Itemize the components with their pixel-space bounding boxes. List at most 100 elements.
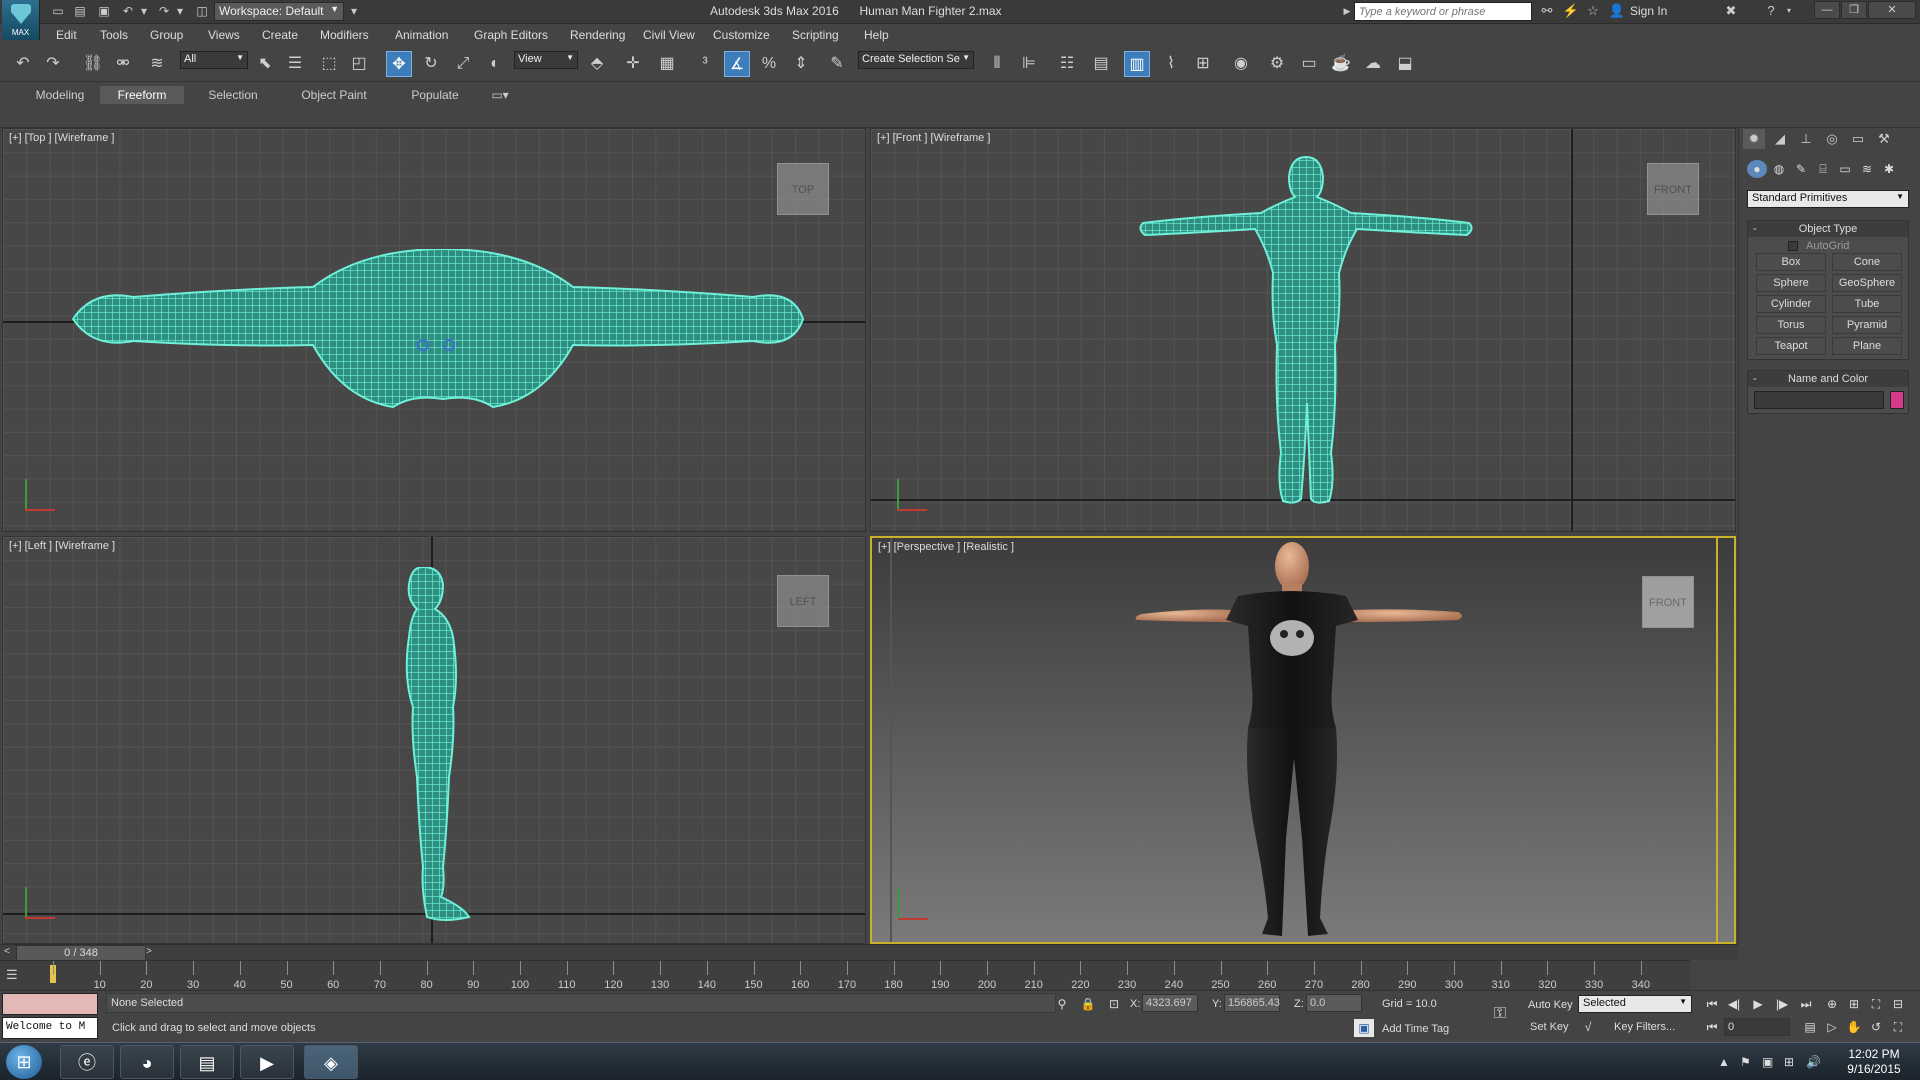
material-editor-icon[interactable]: ◉: [1228, 51, 1254, 77]
scene-explorer-icon[interactable]: ▥: [1124, 51, 1150, 77]
object-name-field[interactable]: [1754, 391, 1884, 409]
autogrid-checkbox[interactable]: AutoGrid: [1788, 240, 1849, 252]
redo-dropdown-icon[interactable]: ▾: [172, 4, 188, 18]
time-slider-prev[interactable]: <: [4, 946, 10, 957]
viewcube[interactable]: FRONT: [1642, 576, 1694, 628]
box-button[interactable]: Box: [1756, 253, 1826, 271]
zoom-icon[interactable]: ⊕: [1822, 995, 1842, 1013]
menu-modifiers[interactable]: Modifiers: [320, 28, 369, 42]
tab-object-paint[interactable]: Object Paint: [290, 86, 378, 104]
field-of-view-icon[interactable]: ▷: [1822, 1018, 1842, 1036]
tray-volume-icon[interactable]: 🔊: [1806, 1055, 1821, 1069]
3dsmax-taskbar-icon[interactable]: ◈: [304, 1045, 358, 1079]
spinner-snap-icon[interactable]: ⇕: [788, 51, 814, 77]
selection-filter-dropdown[interactable]: All ▼: [180, 51, 248, 69]
menu-views[interactable]: Views: [208, 28, 240, 42]
time-configuration-icon[interactable]: ▤: [1800, 1018, 1820, 1036]
help-icon[interactable]: ?: [1762, 3, 1780, 19]
tab-populate[interactable]: Populate: [400, 86, 470, 104]
undo-icon[interactable]: ↶: [120, 4, 136, 18]
percent-snap-icon[interactable]: %: [756, 51, 782, 77]
add-time-tag[interactable]: Add Time Tag: [1382, 1023, 1449, 1035]
curve-editor-icon[interactable]: ⌇: [1158, 51, 1184, 77]
time-slider[interactable]: < 0 / 348 >: [0, 944, 1738, 961]
manipulate-icon[interactable]: ✛: [620, 51, 646, 77]
menu-customize[interactable]: Customize: [713, 28, 770, 42]
menu-rendering[interactable]: Rendering: [570, 28, 625, 42]
pyramid-button[interactable]: Pyramid: [1832, 316, 1902, 334]
internet-explorer-icon[interactable]: ⓔ: [60, 1045, 114, 1079]
redo-icon[interactable]: ↷: [40, 51, 66, 77]
rendered-frame-window-icon[interactable]: ▭: [1296, 51, 1322, 77]
viewcube[interactable]: FRONT: [1647, 163, 1699, 215]
menu-graph-editors[interactable]: Graph Editors: [474, 28, 548, 42]
geometry-icon[interactable]: ●: [1747, 160, 1767, 178]
orbit-icon[interactable]: ↺: [1866, 1018, 1886, 1036]
viewport-top[interactable]: [+] [Top ] [Wireframe ] TOP: [2, 128, 866, 532]
key-filters-button[interactable]: Key Filters...: [1614, 1021, 1675, 1033]
menu-animation[interactable]: Animation: [395, 28, 448, 42]
app-menu-button[interactable]: MAX: [2, 0, 40, 40]
new-file-icon[interactable]: ▭: [50, 4, 66, 18]
primitive-type-dropdown[interactable]: Standard Primitives ▼: [1747, 190, 1909, 208]
menu-group[interactable]: Group: [150, 28, 183, 42]
space-warps-icon[interactable]: ≋: [1857, 160, 1877, 178]
create-tab-icon[interactable]: ✹: [1743, 129, 1765, 149]
schematic-view-icon[interactable]: ⊞: [1190, 51, 1216, 77]
shapes-icon[interactable]: ◍: [1769, 160, 1789, 178]
z-coordinate-field[interactable]: 0.0: [1306, 994, 1362, 1012]
quick-access-dropdown-icon[interactable]: ▾: [346, 4, 362, 18]
time-slider-next[interactable]: >: [146, 946, 152, 957]
render-iterative-icon[interactable]: ☁: [1360, 51, 1386, 77]
align-icon[interactable]: ⊫: [1016, 51, 1042, 77]
exchange-apps-icon[interactable]: ✖: [1722, 3, 1740, 19]
zoom-extents-icon[interactable]: ⛶: [1866, 995, 1886, 1013]
snaps-toggle-icon[interactable]: ³: [692, 51, 718, 77]
plane-button[interactable]: Plane: [1832, 337, 1902, 355]
menu-edit[interactable]: Edit: [56, 28, 77, 42]
select-and-scale-icon[interactable]: ⤢: [450, 51, 476, 77]
viewport-label[interactable]: [+] [Perspective ] [Realistic ]: [878, 541, 1014, 553]
mini-curve-editor-icon[interactable]: ☰: [6, 967, 32, 985]
taskbar-clock[interactable]: 12:02 PM 9/16/2015: [1832, 1047, 1916, 1077]
menu-help[interactable]: Help: [864, 28, 889, 42]
maximize-viewport-icon[interactable]: ⛶: [1888, 1018, 1908, 1036]
cameras-icon[interactable]: ⌸: [1813, 160, 1833, 178]
select-and-rotate-icon[interactable]: ↻: [418, 51, 444, 77]
rect-selection-region-icon[interactable]: ⬚: [316, 51, 342, 77]
select-by-name-icon[interactable]: ☰: [282, 51, 308, 77]
workspace-dropdown[interactable]: Workspace: Default ▼: [214, 2, 344, 21]
geosphere-button[interactable]: GeoSphere: [1832, 274, 1902, 292]
ribbon-options-icon[interactable]: ▭▾: [486, 86, 514, 104]
help-dropdown-icon[interactable]: ▾: [1780, 3, 1798, 19]
default-in-out-key-icon[interactable]: ⚿: [1490, 1005, 1510, 1023]
tray-device-icon[interactable]: ▣: [1762, 1055, 1773, 1069]
key-selection-dropdown[interactable]: Selected ▼: [1578, 995, 1692, 1013]
tab-modeling[interactable]: Modeling: [26, 86, 94, 104]
key-curve-icon[interactable]: √: [1578, 1018, 1598, 1036]
menu-civil-view[interactable]: Civil View: [643, 28, 695, 42]
viewcube[interactable]: TOP: [777, 163, 829, 215]
absolute-mode-icon[interactable]: ⊡: [1104, 995, 1124, 1013]
helpers-icon[interactable]: ▭: [1835, 160, 1855, 178]
set-key-button[interactable]: Set Key: [1530, 1021, 1569, 1033]
minimize-button[interactable]: —: [1814, 1, 1840, 19]
undo-icon[interactable]: ↶: [10, 51, 36, 77]
x-coordinate-field[interactable]: 4323.697: [1142, 994, 1198, 1012]
time-tag-icon[interactable]: ▣: [1354, 1019, 1374, 1037]
y-coordinate-field[interactable]: 156865.43: [1224, 994, 1280, 1012]
menu-scripting[interactable]: Scripting: [792, 28, 839, 42]
hierarchy-tab-icon[interactable]: ⊥: [1795, 129, 1817, 149]
tray-flag-icon[interactable]: ⚑: [1740, 1055, 1751, 1069]
restore-button[interactable]: ❐: [1841, 1, 1867, 19]
utilities-tab-icon[interactable]: ⚒: [1873, 129, 1895, 149]
frame-readout[interactable]: 0 / 348: [16, 945, 146, 961]
zoom-all-icon[interactable]: ⊞: [1844, 995, 1864, 1013]
cylinder-button[interactable]: Cylinder: [1756, 295, 1826, 313]
viewport-front[interactable]: [+] [Front ] [Wireframe ] FRONT: [870, 128, 1736, 532]
tab-selection[interactable]: Selection: [198, 86, 268, 104]
project-folder-icon[interactable]: ◫: [194, 4, 210, 18]
file-explorer-icon[interactable]: ▤: [180, 1045, 234, 1079]
key-mode-toggle-icon[interactable]: ⏮: [1702, 1018, 1722, 1036]
goto-start-icon[interactable]: ⏮: [1702, 995, 1722, 1013]
